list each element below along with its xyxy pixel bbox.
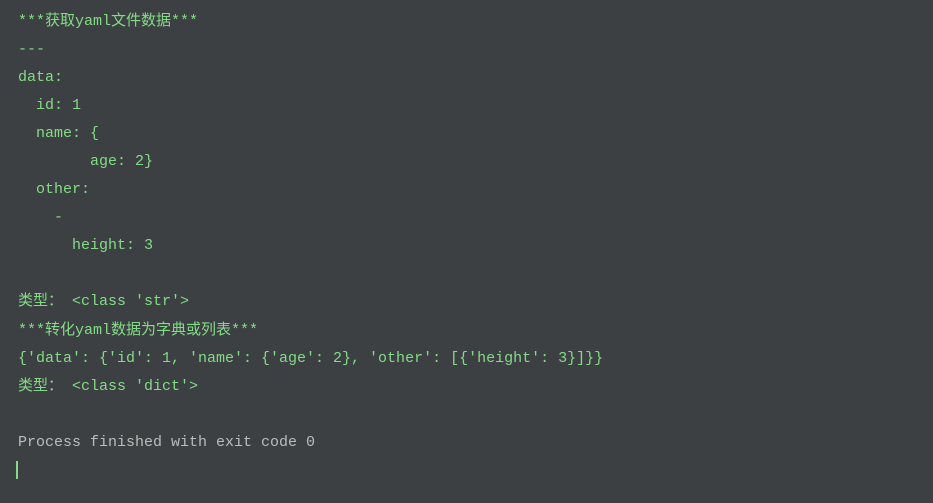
cursor-icon — [16, 461, 18, 479]
output-line-header1: ***获取yaml文件数据*** — [18, 8, 915, 36]
output-line-yaml-sep: --- — [18, 36, 915, 64]
output-line-type-dict: 类型： <class 'dict'> — [18, 373, 915, 401]
type-label: 类型： — [18, 293, 63, 310]
blank-line — [18, 260, 915, 288]
type-value-str: <class 'str'> — [63, 293, 189, 310]
output-line-header2: ***转化yaml数据为字典或列表*** — [18, 317, 915, 345]
output-line-list-dash: - — [18, 204, 915, 232]
output-line-other: other: — [18, 176, 915, 204]
output-line-age: age: 2} — [18, 148, 915, 176]
output-line-dict: {'data': {'id': 1, 'name': {'age': 2}, '… — [18, 345, 915, 373]
blank-line — [18, 401, 915, 429]
cursor-line — [18, 457, 915, 485]
output-line-name-open: name: { — [18, 120, 915, 148]
output-line-height: height: 3 — [18, 232, 915, 260]
type-value-dict: <class 'dict'> — [63, 378, 198, 395]
type-label: 类型： — [18, 378, 63, 395]
output-line-type-str: 类型： <class 'str'> — [18, 288, 915, 316]
output-line-data-key: data: — [18, 64, 915, 92]
output-line-id: id: 1 — [18, 92, 915, 120]
output-line-process-finished: Process finished with exit code 0 — [18, 429, 915, 457]
